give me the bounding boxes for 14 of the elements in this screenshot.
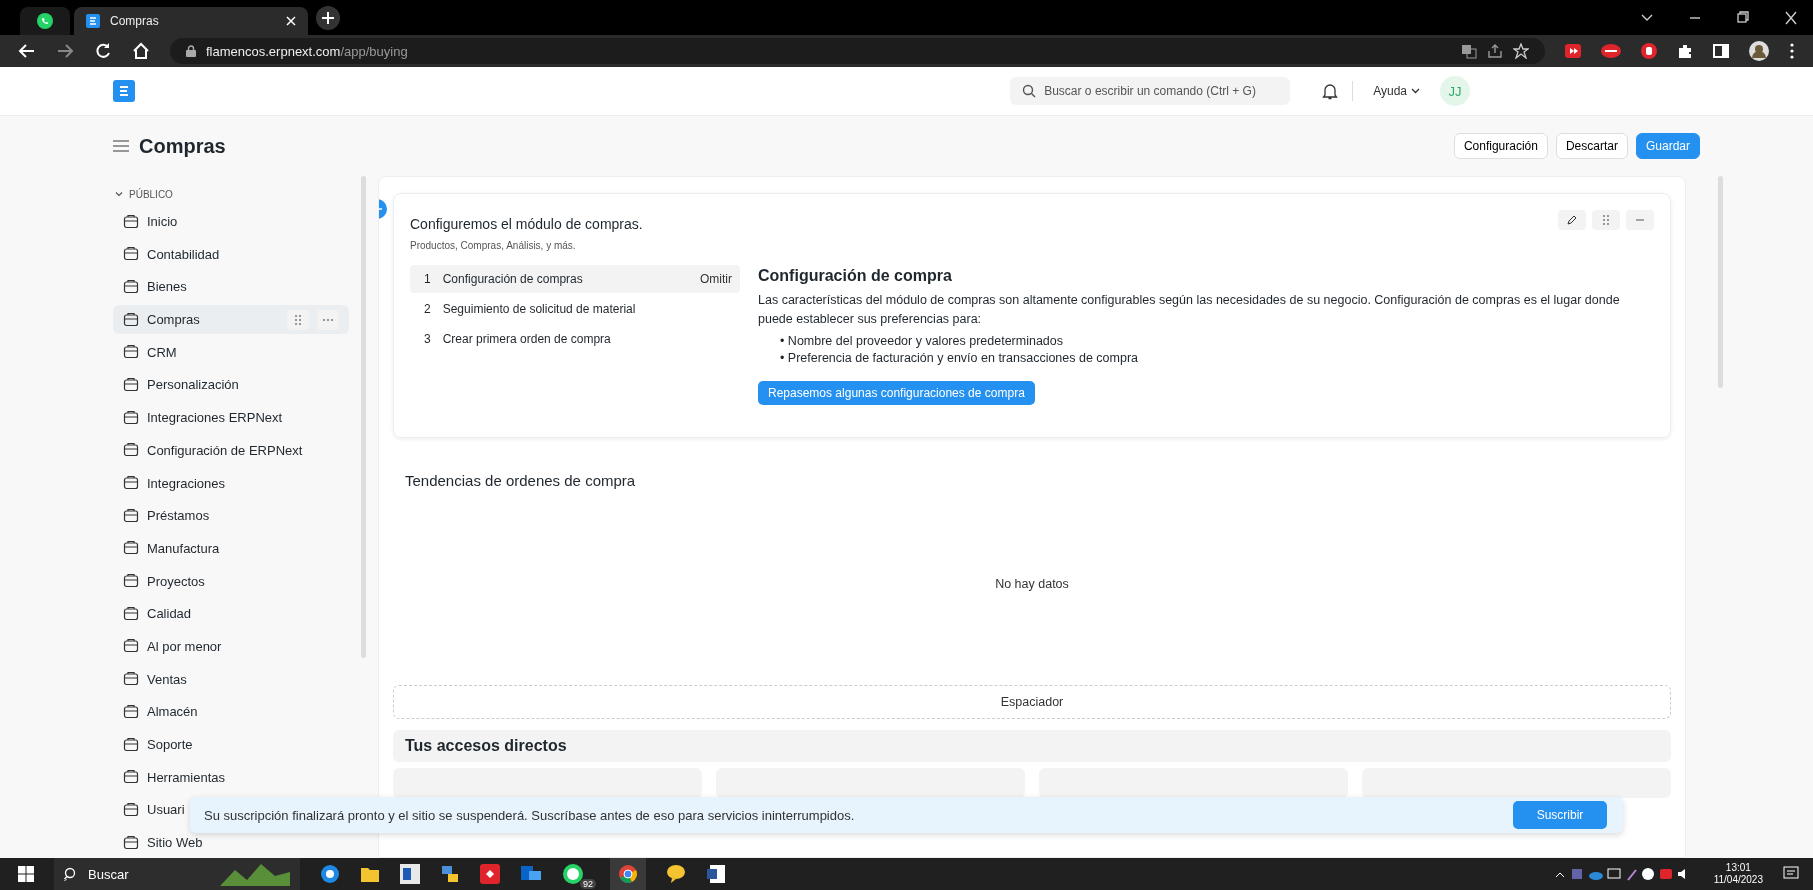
- onboarding-subtitle: Productos, Compras, Análisis, y más.: [410, 240, 577, 251]
- empty-chart-message: No hay datos: [995, 577, 1069, 591]
- spacer-block: Espaciador: [393, 685, 1671, 719]
- shortcuts-header: Tus accesos directos: [393, 730, 1671, 762]
- step-description: Las características del módulo de compras son altamente configurables según las necesidades de su negocio. Configuración de compras es el lugar donde puede establecer sus preferencias para:: [758, 292, 1621, 328]
- bullet-item: • Nombre del proveedor y valores predeterminados: [780, 333, 1063, 350]
- onboarding-title: Configuremos el módulo de compras.: [410, 216, 643, 232]
- url-text: flamencos.erpnext.com/app/buying: [206, 43, 408, 59]
- step-title: Configuración de compra: [758, 267, 953, 285]
- bullet-item: • Preferencia de facturación y envío en transacciones de compra: [780, 350, 1139, 367]
- banner-message: Su suscripción finalizará pronto y el sitio se suspenderá. Suscríbase antes de eso para servicios ininterrumpidos.: [204, 807, 856, 823]
- page-title: Compras: [139, 134, 226, 158]
- notification-badge: 92: [580, 879, 596, 889]
- chart-title: Tendencias de ordenes de compra: [405, 472, 637, 489]
